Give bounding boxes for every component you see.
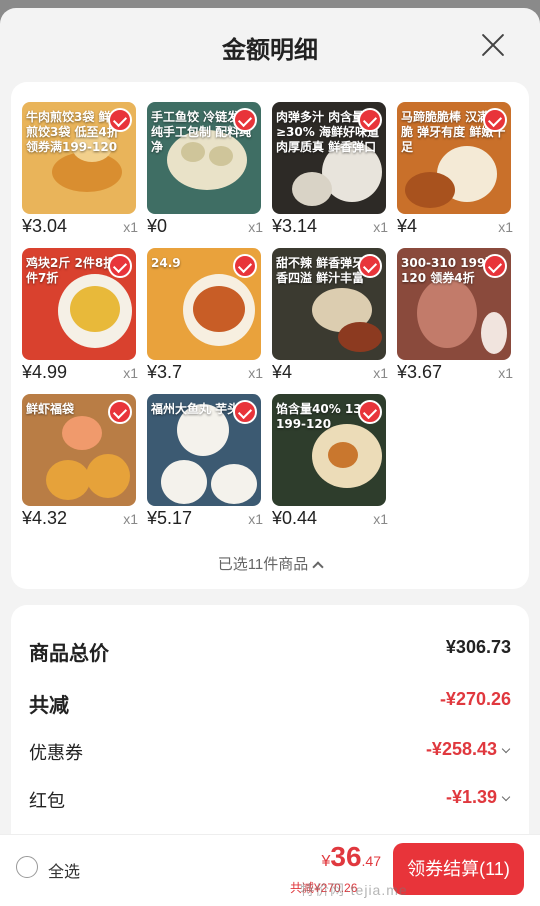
checked-icon[interactable]	[233, 400, 257, 424]
sheet-title: 金额明细	[222, 37, 318, 64]
product-thumbnail: 馅含量40% 13.9 199-120	[272, 394, 386, 506]
checked-icon[interactable]	[483, 108, 507, 132]
product-price: ¥5.17	[147, 508, 193, 528]
chevron-down-icon	[501, 792, 511, 802]
product-qty: x1	[373, 219, 388, 235]
product-item[interactable]: 甜不辣 鲜香弹牙 肉香四溢 鲜汁丰富 ¥4 x1	[272, 248, 390, 386]
checkout-price: ¥36.47	[321, 841, 381, 872]
product-qty: x1	[373, 511, 388, 527]
selected-count-text: 已选11件商品	[217, 556, 309, 573]
chevron-up-icon	[312, 561, 324, 573]
product-price: ¥0.44	[272, 508, 318, 528]
product-item[interactable]: 24.9 ¥3.7 x1	[147, 248, 265, 386]
product-thumbnail: 24.9	[147, 248, 261, 360]
red-packet-label: 红包	[29, 791, 65, 811]
amount-detail-sheet: 金额明细 牛肉煎饺3袋 鲜肉煎饺3袋 低至4折 领券满199-120 ¥3.04…	[0, 8, 540, 906]
checked-icon[interactable]	[108, 400, 132, 424]
checked-icon[interactable]	[358, 254, 382, 278]
coupon-row[interactable]: 优惠券 -¥258.43	[29, 739, 511, 769]
product-qty: x1	[123, 511, 138, 527]
chevron-down-icon	[501, 744, 511, 754]
checked-icon[interactable]	[108, 108, 132, 132]
product-item[interactable]: 马蹄脆脆棒 汉满鱼脆 弹牙有度 鲜嫩十足 ¥4 x1	[397, 102, 515, 240]
product-thumbnail: 牛肉煎饺3袋 鲜肉煎饺3袋 低至4折 领券满199-120	[22, 102, 136, 214]
product-item[interactable]: 鸡块2斤 2件8折 3件7折 ¥4.99 x1	[22, 248, 140, 386]
watermark: 特价网·tejia.me	[300, 882, 408, 898]
red-packet-row[interactable]: 红包 -¥1.39	[29, 787, 511, 817]
product-item[interactable]: 300-310 199减120 领券4折 ¥3.67 x1	[397, 248, 515, 386]
product-price: ¥3.04	[22, 216, 68, 236]
product-thumbnail: 肉弹多汁 肉含量≥30% 海鲜好味道 肉厚质真 鲜香弹口	[272, 102, 386, 214]
selected-count-toggle[interactable]: 已选11件商品	[11, 553, 529, 574]
checkout-bar: 全选 ¥36.47 共减¥270.26 领券结算(11)	[0, 834, 540, 906]
checked-icon[interactable]	[358, 400, 382, 424]
total-reduce-value: -¥270.26	[439, 689, 511, 709]
product-thumbnail: 300-310 199减120 领券4折	[397, 248, 511, 360]
product-list-card: 牛肉煎饺3袋 鲜肉煎饺3袋 低至4折 领券满199-120 ¥3.04 x1 手…	[11, 82, 529, 589]
product-thumbnail: 马蹄脆脆棒 汉满鱼脆 弹牙有度 鲜嫩十足	[397, 102, 511, 214]
coupon-label: 优惠券	[29, 743, 83, 763]
product-price: ¥4.32	[22, 508, 68, 528]
checked-icon[interactable]	[358, 108, 382, 132]
total-reduce-row: 共减 -¥270.26	[29, 689, 511, 719]
product-item[interactable]: 鲜虾福袋 ¥4.32 x1	[22, 394, 140, 532]
checkout-button[interactable]: 领券结算(11)	[393, 843, 524, 895]
total-price-row: 商品总价 ¥306.73	[29, 637, 511, 667]
total-price-label: 商品总价	[29, 643, 109, 665]
product-qty: x1	[498, 365, 513, 381]
product-price: ¥3.14	[272, 216, 318, 236]
checked-icon[interactable]	[233, 254, 257, 278]
product-thumbnail: 鲜虾福袋	[22, 394, 136, 506]
product-qty: x1	[373, 365, 388, 381]
product-thumbnail: 手工鱼饺 冷链发货 纯手工包制 配料纯净	[147, 102, 261, 214]
product-thumbnail: 甜不辣 鲜香弹牙 肉香四溢 鲜汁丰富	[272, 248, 386, 360]
product-qty: x1	[248, 511, 263, 527]
product-item[interactable]: 馅含量40% 13.9 199-120 ¥0.44 x1	[272, 394, 390, 532]
product-thumbnail: 福州大鱼丸 芋头馅	[147, 394, 261, 506]
total-price-value: ¥306.73	[445, 637, 511, 657]
product-item[interactable]: 牛肉煎饺3袋 鲜肉煎饺3袋 低至4折 领券满199-120 ¥3.04 x1	[22, 102, 140, 240]
select-all-radio[interactable]	[16, 856, 38, 878]
close-icon[interactable]	[480, 32, 506, 58]
product-item[interactable]: 福州大鱼丸 芋头馅 ¥5.17 x1	[147, 394, 265, 532]
sheet-header: 金额明细	[0, 8, 540, 84]
checked-icon[interactable]	[108, 254, 132, 278]
product-price: ¥3.67	[397, 362, 443, 382]
product-price: ¥3.7	[147, 362, 183, 382]
product-price: ¥0	[147, 216, 168, 236]
checked-icon[interactable]	[233, 108, 257, 132]
product-qty: x1	[248, 365, 263, 381]
product-item[interactable]: 肉弹多汁 肉含量≥30% 海鲜好味道 肉厚质真 鲜香弹口 ¥3.14 x1	[272, 102, 390, 240]
product-qty: x1	[123, 365, 138, 381]
total-reduce-label: 共减	[29, 695, 69, 717]
product-price: ¥4.99	[22, 362, 68, 382]
product-qty: x1	[123, 219, 138, 235]
product-price: ¥4	[272, 362, 293, 382]
checked-icon[interactable]	[483, 254, 507, 278]
product-qty: x1	[248, 219, 263, 235]
product-qty: x1	[498, 219, 513, 235]
product-thumbnail: 鸡块2斤 2件8折 3件7折	[22, 248, 136, 360]
select-all-label[interactable]: 全选	[48, 858, 80, 882]
product-price: ¥4	[397, 216, 418, 236]
product-item[interactable]: 手工鱼饺 冷链发货 纯手工包制 配料纯净 ¥0 x1	[147, 102, 265, 240]
